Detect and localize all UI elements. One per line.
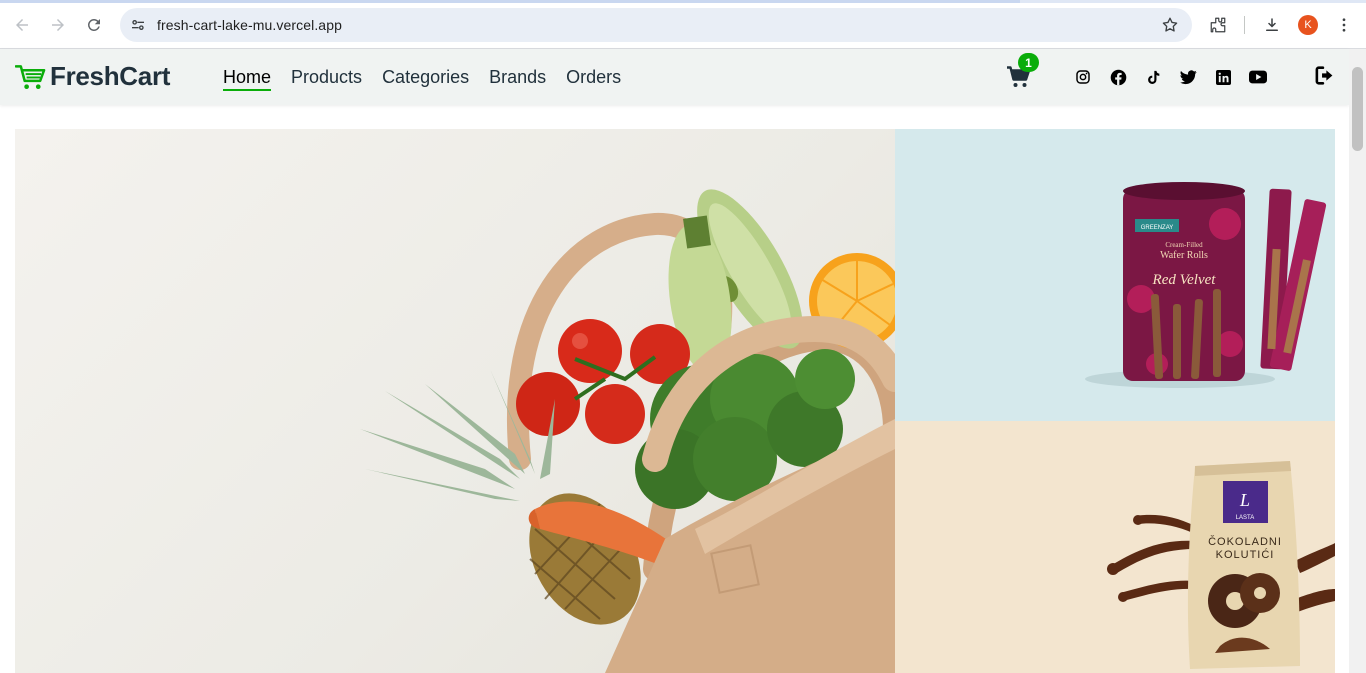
- menu-dots-icon[interactable]: [1332, 13, 1356, 37]
- nav-categories[interactable]: Categories: [372, 49, 479, 105]
- cookie-brand-text: LASTA: [1236, 515, 1255, 521]
- scrollbar-thumb[interactable]: [1352, 67, 1363, 151]
- star-icon[interactable]: [1160, 15, 1180, 35]
- site-navbar: FreshCart Home Products Categories Brand…: [0, 49, 1349, 105]
- extensions-icon[interactable]: [1206, 13, 1230, 37]
- cart-logo-icon: [15, 64, 46, 89]
- brand-name: FreshCart: [50, 61, 171, 91]
- url-text[interactable]: fresh-cart-lake-mu.vercel.app: [157, 17, 342, 33]
- instagram-icon[interactable]: [1074, 68, 1092, 86]
- hero-main-image[interactable]: [15, 129, 895, 673]
- nav-brands[interactable]: Brands: [479, 49, 556, 105]
- wafer-subtitle-text: Cream-Filled: [1165, 241, 1203, 249]
- tiktok-icon[interactable]: [1144, 68, 1162, 86]
- tab-strip: [0, 0, 1366, 3]
- social-links: [1074, 68, 1284, 86]
- page-scrollbar[interactable]: [1349, 49, 1366, 673]
- nav-home[interactable]: Home: [213, 49, 281, 105]
- cookie-title-line2: KOLUTIĆI: [1216, 548, 1275, 561]
- cookie-title-line1: ČOKOLADNI: [1208, 535, 1282, 548]
- back-icon[interactable]: [10, 13, 34, 37]
- wafer-title-text: Wafer Rolls: [1160, 250, 1208, 261]
- site-info-icon[interactable]: [128, 15, 148, 35]
- twitter-icon[interactable]: [1179, 68, 1197, 86]
- reload-icon[interactable]: [82, 13, 106, 37]
- wafer-brand-text: GREENZAY: [1141, 225, 1174, 231]
- toolbar-separator: [1244, 16, 1245, 34]
- logout-icon[interactable]: [1315, 66, 1337, 88]
- svg-text:L: L: [1239, 490, 1250, 510]
- linkedin-icon[interactable]: [1214, 68, 1232, 86]
- browser-toolbar: fresh-cart-lake-mu.vercel.app K: [0, 0, 1366, 49]
- hero-side-top-image[interactable]: GREENZAY Cream-Filled Wafer Rolls Red Ve…: [895, 129, 1335, 421]
- cart-count-badge: 1: [1018, 53, 1039, 72]
- nav-orders[interactable]: Orders: [556, 49, 631, 105]
- main-menu: Home Products Categories Brands Orders: [213, 49, 631, 105]
- wafer-flavor-text: Red Velvet: [1152, 272, 1217, 288]
- facebook-icon[interactable]: [1109, 68, 1127, 86]
- hero-side-bottom-image[interactable]: L LASTA ČOKOLADNI KOLUTIĆI: [895, 421, 1335, 673]
- forward-icon[interactable]: [46, 13, 70, 37]
- nav-products[interactable]: Products: [281, 49, 372, 105]
- youtube-icon[interactable]: [1249, 68, 1267, 86]
- brand-logo[interactable]: FreshCart: [15, 61, 170, 92]
- profile-avatar[interactable]: K: [1298, 15, 1318, 35]
- download-icon[interactable]: [1260, 13, 1284, 37]
- address-bar[interactable]: fresh-cart-lake-mu.vercel.app: [120, 8, 1192, 42]
